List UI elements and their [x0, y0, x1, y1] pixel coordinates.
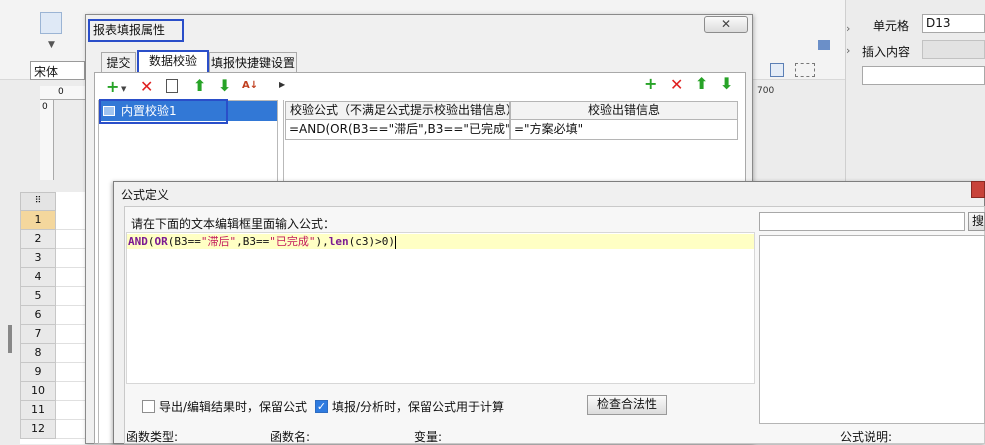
move-down-icon[interactable]: ⬇ [218, 78, 231, 94]
list-item-highlight [99, 99, 228, 124]
formula-token: AND [128, 235, 148, 248]
grid-header-formula: 校验公式（不满足公式提示校验出错信息） [285, 101, 510, 120]
collapse-arrow-icon[interactable]: ▶ [279, 80, 285, 89]
format-brush-icon[interactable] [818, 40, 830, 50]
function-search-input[interactable] [759, 212, 965, 231]
formula-token: "滞后" [200, 235, 237, 248]
row-header[interactable]: 3 [20, 249, 56, 268]
formula-prompt: 请在下面的文本编辑框里面输入公式： [131, 217, 336, 231]
row-header[interactable]: 5 [20, 287, 56, 306]
dropdown-arrow-icon[interactable]: ▼ [48, 40, 55, 50]
formula-token: ), [315, 235, 329, 248]
check-validity-button[interactable]: 检查合法性 [587, 395, 667, 415]
formula-dialog-title: 公式定义 [121, 188, 170, 202]
delete-rule-icon[interactable]: ✕ [670, 77, 683, 93]
insert-type-field[interactable] [922, 40, 985, 59]
keep-formula-fill-label: 填报/分析时，保留公式用于计算 [332, 400, 505, 414]
panel-arrow-icon[interactable]: › [846, 44, 850, 57]
grid-cell-message[interactable]: ="方案必填" [510, 120, 738, 140]
formula-editor[interactable] [126, 232, 755, 384]
row-header[interactable]: 1 [20, 211, 56, 230]
function-name-label: 函数名: [270, 430, 311, 444]
ruler-left: 0 [40, 100, 54, 180]
report-dialog-title: 报表填报属性 [88, 19, 184, 42]
row-header[interactable]: 2 [20, 230, 56, 249]
keep-formula-fill-checkbox[interactable]: ✓ [315, 400, 328, 413]
ruler-top: 0 [40, 86, 90, 100]
grid-cell-formula[interactable]: =AND(OR(B3=="滞后",B3=="已完成"),len [285, 120, 510, 140]
formula-description-label: 公式说明: [840, 430, 893, 444]
cell-label: 单元格 [873, 19, 910, 33]
row-header[interactable]: 4 [20, 268, 56, 287]
copy-icon[interactable] [166, 79, 178, 93]
ruler-right-mark: 700 [757, 86, 775, 96]
formula-token: ,B3== [236, 235, 270, 248]
border-icon[interactable] [795, 63, 815, 77]
sheet-corner[interactable]: ⠿ [20, 192, 56, 211]
row-header[interactable]: 7 [20, 325, 56, 344]
move-up-icon[interactable]: ⬆ [193, 78, 206, 94]
formula-token: (B3== [167, 235, 201, 248]
search-button[interactable]: 搜 [968, 212, 985, 231]
row-header[interactable]: 12 [20, 420, 56, 439]
ruler-left-mark: 0 [42, 102, 48, 112]
text-cursor [394, 235, 396, 249]
close-button[interactable]: ✕ [704, 16, 748, 33]
row-header[interactable]: 11 [20, 401, 56, 420]
formula-token: (c3)>0) [348, 235, 395, 248]
keep-formula-export-label: 导出/编辑结果时，保留公式 [159, 400, 308, 414]
image-icon[interactable] [770, 63, 784, 77]
add-icon[interactable]: + [106, 79, 119, 95]
insert-content-label: 插入内容 [862, 45, 911, 59]
add-rule-icon[interactable]: + [644, 76, 657, 92]
splitter-handle[interactable] [8, 325, 12, 353]
row-header[interactable]: 8 [20, 344, 56, 363]
formula-token: "已完成" [269, 235, 316, 248]
panel-arrow-icon[interactable]: › [846, 22, 850, 35]
delete-icon[interactable]: ✕ [140, 79, 153, 95]
font-select[interactable]: 宋体 [30, 61, 85, 80]
dropdown-arrow-icon[interactable]: ▼ [121, 85, 126, 93]
row-header[interactable]: 10 [20, 382, 56, 401]
preview-icon[interactable] [40, 12, 62, 34]
grid-header-message: 校验出错信息 [510, 101, 738, 120]
formula-token: ( [147, 235, 155, 248]
sort-icon[interactable]: A↓ [242, 80, 258, 91]
ruler-top-mark: 0 [58, 87, 64, 97]
move-down-icon[interactable]: ⬇ [720, 76, 733, 92]
variable-label: 变量: [414, 430, 443, 444]
cell-field[interactable]: D13 [922, 14, 985, 33]
tab-shortcut-settings[interactable]: 填报快捷键设置 [209, 52, 297, 74]
insert-content-field[interactable] [862, 66, 985, 85]
formula-text[interactable]: AND(OR(B3=="滞后",B3=="已完成"),len(c3)>0) [127, 234, 754, 249]
keep-formula-export-checkbox[interactable] [142, 400, 155, 413]
function-description-panel [759, 235, 985, 424]
tab-submit[interactable]: 提交 [101, 52, 136, 74]
row-header[interactable]: 9 [20, 363, 56, 382]
formula-token: len [328, 235, 349, 248]
row-header[interactable]: 6 [20, 306, 56, 325]
close-button[interactable] [971, 181, 985, 198]
function-type-label: 函数类型: [126, 430, 179, 444]
formula-token: OR [154, 235, 168, 248]
move-up-icon[interactable]: ⬆ [695, 76, 708, 92]
